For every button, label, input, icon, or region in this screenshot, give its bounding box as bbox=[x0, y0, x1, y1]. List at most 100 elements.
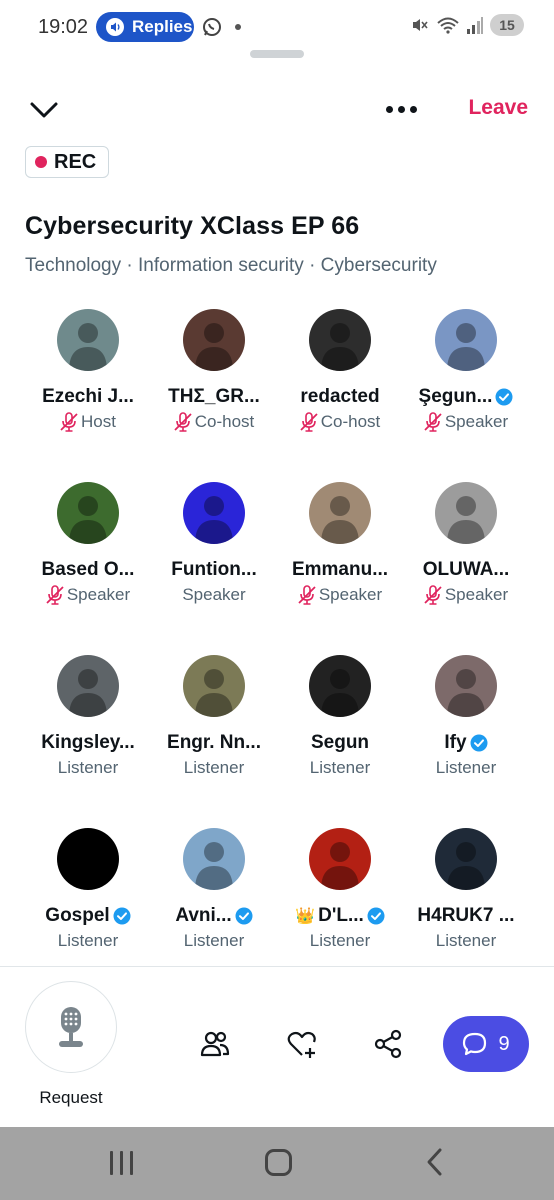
participant-role: Listener bbox=[309, 758, 371, 777]
participant-name-row: Ezechi J... bbox=[25, 386, 151, 408]
mic-off-icon bbox=[46, 585, 64, 605]
avatar-silhouette-icon bbox=[69, 323, 107, 371]
avatar[interactable] bbox=[183, 482, 245, 544]
mic-off-icon bbox=[174, 412, 192, 432]
participant-name-row: Ify bbox=[403, 732, 529, 754]
avatar-silhouette-icon bbox=[195, 496, 233, 544]
participant-role: Speaker bbox=[318, 585, 383, 604]
participant-card[interactable]: Based O... Speaker bbox=[25, 479, 151, 639]
participant-card[interactable]: OLUWA... Speaker bbox=[403, 479, 529, 639]
avatar[interactable] bbox=[183, 655, 245, 717]
participant-card[interactable]: redacted Co-host bbox=[277, 306, 403, 466]
participant-name-row: Gospel bbox=[25, 905, 151, 927]
avatar-silhouette-icon bbox=[321, 496, 359, 544]
space-topics: Technology · Information security · Cybe… bbox=[25, 255, 437, 276]
participant-name: redacted bbox=[300, 386, 380, 407]
participant-card[interactable]: Engr. Nn... Listener bbox=[151, 652, 277, 812]
avatar-silhouette-icon bbox=[447, 669, 485, 717]
participant-name-row: Şegun... bbox=[403, 386, 529, 408]
home-button[interactable] bbox=[265, 1149, 292, 1176]
avatar[interactable] bbox=[309, 828, 371, 890]
avatar[interactable] bbox=[57, 482, 119, 544]
participant-card[interactable]: Gospel Listener bbox=[25, 825, 151, 985]
participant-role: Listener bbox=[57, 758, 119, 777]
participant-name: OLUWA... bbox=[422, 559, 510, 580]
participant-card[interactable]: THΣ_GR... Co-host bbox=[151, 306, 277, 466]
recording-label: REC bbox=[54, 150, 97, 173]
space-title: Cybersecurity XClass EP 66 bbox=[25, 212, 360, 240]
participant-card[interactable]: Ify Listener bbox=[403, 652, 529, 812]
avatar[interactable] bbox=[435, 655, 497, 717]
participant-role: Listener bbox=[435, 758, 497, 777]
participant-name: Ify bbox=[444, 732, 467, 753]
collapse-button[interactable] bbox=[28, 96, 60, 124]
participant-card[interactable]: Şegun... Speaker bbox=[403, 306, 529, 466]
participant-name-row: THΣ_GR... bbox=[151, 386, 277, 408]
avatar[interactable] bbox=[309, 309, 371, 371]
participant-card[interactable]: Ezechi J... Host bbox=[25, 306, 151, 466]
react-heart-icon[interactable] bbox=[286, 1028, 318, 1060]
participant-role: Co-host bbox=[194, 412, 255, 431]
participant-role-row: Listener bbox=[25, 931, 151, 951]
avatar-silhouette-icon bbox=[195, 669, 233, 717]
participant-role: Speaker bbox=[182, 585, 246, 604]
participant-name-row: Based O... bbox=[25, 559, 151, 581]
participant-name-row: Emmanu... bbox=[277, 559, 403, 581]
share-icon[interactable] bbox=[372, 1028, 404, 1060]
avatar[interactable] bbox=[435, 309, 497, 371]
mic-off-icon bbox=[298, 585, 316, 605]
replies-pill[interactable]: Replies bbox=[96, 12, 194, 42]
record-dot-icon bbox=[35, 156, 47, 168]
avatar[interactable] bbox=[435, 482, 497, 544]
signal-icon bbox=[467, 17, 483, 34]
avatar-silhouette-icon bbox=[69, 496, 107, 544]
crown-icon: 👑 bbox=[295, 908, 316, 925]
participant-role-row: Speaker bbox=[403, 585, 529, 605]
participant-card[interactable]: 👑 D'L... Listener bbox=[277, 825, 403, 985]
participant-role-row: Listener bbox=[151, 758, 277, 778]
avatar[interactable] bbox=[183, 309, 245, 371]
comments-button[interactable]: 9 bbox=[443, 1016, 529, 1072]
participant-card[interactable]: Emmanu... Speaker bbox=[277, 479, 403, 639]
participant-name: Kingsley... bbox=[41, 732, 135, 753]
battery-indicator: 15 bbox=[490, 14, 524, 36]
participant-role: Listener bbox=[57, 931, 119, 950]
participant-name-row: Avni... bbox=[151, 905, 277, 927]
people-icon[interactable] bbox=[199, 1028, 231, 1060]
drag-handle[interactable] bbox=[250, 50, 304, 58]
participant-card[interactable]: Kingsley... Listener bbox=[25, 652, 151, 812]
dot-icon bbox=[398, 105, 405, 113]
participant-card[interactable]: Avni... Listener bbox=[151, 825, 277, 985]
avatar[interactable] bbox=[309, 655, 371, 717]
participant-name: Avni... bbox=[175, 905, 232, 926]
more-options-button[interactable] bbox=[386, 100, 426, 118]
participant-name: Funtion... bbox=[171, 559, 257, 580]
verified-badge-icon bbox=[367, 907, 385, 925]
recent-apps-button[interactable] bbox=[110, 1151, 136, 1175]
participant-role-row: Listener bbox=[277, 758, 403, 778]
participant-card[interactable]: Funtion... Speaker bbox=[151, 479, 277, 639]
microphone-icon bbox=[59, 1007, 83, 1047]
participant-card[interactable]: H4RUK7 ... Listener bbox=[403, 825, 529, 985]
participant-role-row: Speaker bbox=[403, 412, 529, 432]
request-mic-button[interactable] bbox=[25, 981, 117, 1073]
participant-name-row: OLUWA... bbox=[403, 559, 529, 581]
system-nav-bar bbox=[0, 1127, 554, 1200]
avatar-silhouette-icon bbox=[321, 842, 359, 890]
avatar[interactable] bbox=[183, 828, 245, 890]
avatar[interactable] bbox=[309, 482, 371, 544]
avatar-silhouette-icon bbox=[69, 842, 107, 890]
avatar[interactable] bbox=[435, 828, 497, 890]
leave-button[interactable]: Leave bbox=[468, 96, 528, 120]
avatar[interactable] bbox=[57, 309, 119, 371]
participant-role-row: Listener bbox=[403, 758, 529, 778]
participant-name-row: Segun bbox=[277, 732, 403, 754]
avatar-silhouette-icon bbox=[447, 323, 485, 371]
avatar[interactable] bbox=[57, 655, 119, 717]
avatar[interactable] bbox=[57, 828, 119, 890]
participant-name: D'L... bbox=[318, 905, 364, 926]
participant-role: Host bbox=[81, 412, 116, 431]
back-button[interactable] bbox=[424, 1147, 444, 1177]
participant-card[interactable]: Segun Listener bbox=[277, 652, 403, 812]
participant-name: Based O... bbox=[41, 559, 135, 580]
